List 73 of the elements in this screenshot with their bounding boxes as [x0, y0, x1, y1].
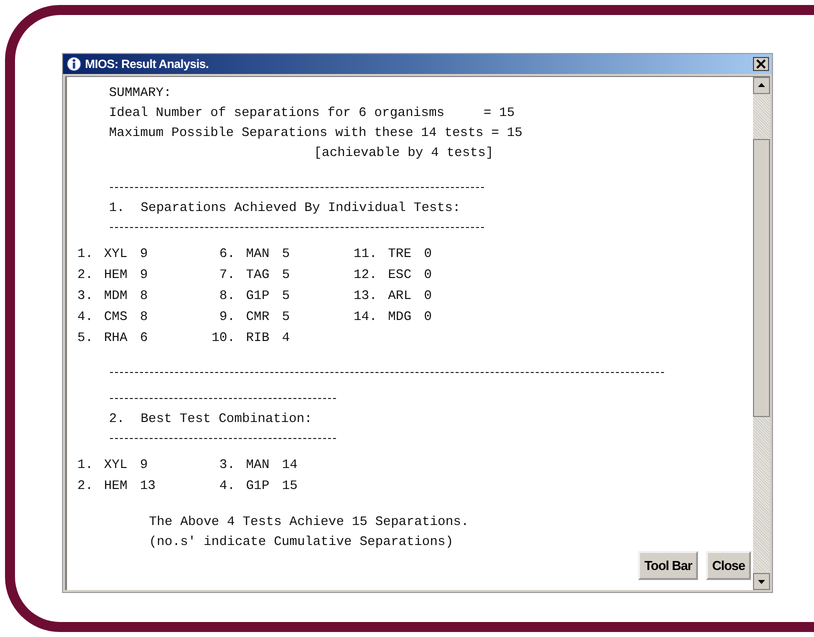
- test-number: 7.: [218, 266, 235, 284]
- test-number: 4.: [76, 308, 93, 326]
- test-number: 3.: [76, 286, 93, 304]
- test-number: 12.: [352, 266, 377, 284]
- test-number: 1.: [76, 244, 93, 262]
- section-number: 1.: [109, 199, 125, 217]
- toolbar-button[interactable]: Tool Bar: [638, 551, 698, 580]
- test-number: 9.: [218, 308, 235, 326]
- test-number: 4.: [218, 476, 235, 494]
- separation-count: 5: [282, 244, 290, 262]
- test-number: 10.: [210, 328, 235, 346]
- separation-count: 8: [140, 308, 148, 326]
- test-code: RHA: [104, 328, 128, 346]
- test-code: XYL: [104, 244, 128, 262]
- separation-count: 9: [140, 456, 148, 474]
- test-number: 14.: [352, 308, 377, 326]
- separation-count: 0: [424, 266, 432, 284]
- separation-count: 13: [140, 476, 156, 494]
- scroll-up-icon[interactable]: [753, 77, 770, 94]
- separation-count: 4: [282, 328, 290, 346]
- separation-count: 0: [424, 244, 432, 262]
- test-number: 3.: [218, 456, 235, 474]
- test-number: 1.: [76, 456, 93, 474]
- separation-count: 14: [282, 456, 298, 474]
- test-code: TAG: [246, 266, 270, 284]
- footer-text: The Above 4 Tests Achieve 15 Separations.: [149, 513, 470, 531]
- scroll-down-icon[interactable]: [753, 573, 770, 590]
- scrollbar[interactable]: [753, 77, 770, 590]
- separation-count: 5: [282, 266, 290, 284]
- test-code: RIB: [246, 328, 270, 346]
- test-number: 11.: [352, 244, 377, 262]
- separation-count: 5: [282, 308, 290, 326]
- test-code: MDM: [104, 286, 128, 304]
- test-number: 6.: [218, 244, 235, 262]
- test-number: 5.: [76, 328, 93, 346]
- test-code: G1P: [246, 476, 270, 494]
- window-title: MIOS: Result Analysis.: [85, 57, 210, 71]
- test-code: TRE: [388, 244, 412, 262]
- test-number: 13.: [352, 286, 377, 304]
- test-code: MAN: [246, 244, 270, 262]
- section-title: Best Test Combination:: [140, 410, 312, 428]
- section-number: 2.: [109, 410, 125, 428]
- test-code: XYL: [104, 456, 128, 474]
- summary-note: [achievable by 4 tests]: [313, 144, 494, 162]
- separation-count: 9: [140, 244, 148, 262]
- separation-count: 15: [282, 476, 298, 494]
- separation-count: 5: [282, 286, 290, 304]
- test-code: ESC: [388, 266, 412, 284]
- test-number: 2.: [76, 266, 93, 284]
- separation-count: 8: [140, 286, 148, 304]
- close-icon[interactable]: [753, 57, 769, 71]
- test-code: HEM: [104, 266, 128, 284]
- scroll-thumb[interactable]: [753, 139, 770, 417]
- footer-text: (no.s' indicate Cumulative Separations): [149, 533, 454, 551]
- test-code: CMR: [246, 308, 270, 326]
- separation-count: 9: [140, 266, 148, 284]
- test-code: ARL: [388, 286, 412, 304]
- separation-count: 0: [424, 308, 432, 326]
- close-button[interactable]: Close: [706, 551, 751, 580]
- info-icon: [66, 56, 82, 72]
- test-code: MDG: [388, 308, 412, 326]
- test-number: 2.: [76, 476, 93, 494]
- summary-line: Maximum Possible Separations with these 14 tests = 15: [108, 124, 524, 142]
- summary-heading: SUMMARY:: [108, 84, 172, 102]
- separation-count: 0: [424, 286, 432, 304]
- test-code: MAN: [246, 456, 270, 474]
- test-number: 8.: [218, 286, 235, 304]
- test-code: G1P: [246, 286, 270, 304]
- summary-line: Ideal Number of separations for 6 organisms = 15: [108, 104, 516, 122]
- section-title: Separations Achieved By Individual Tests:: [140, 199, 460, 217]
- test-code: HEM: [104, 476, 128, 494]
- separation-count: 6: [140, 328, 148, 346]
- test-code: CMS: [104, 308, 128, 326]
